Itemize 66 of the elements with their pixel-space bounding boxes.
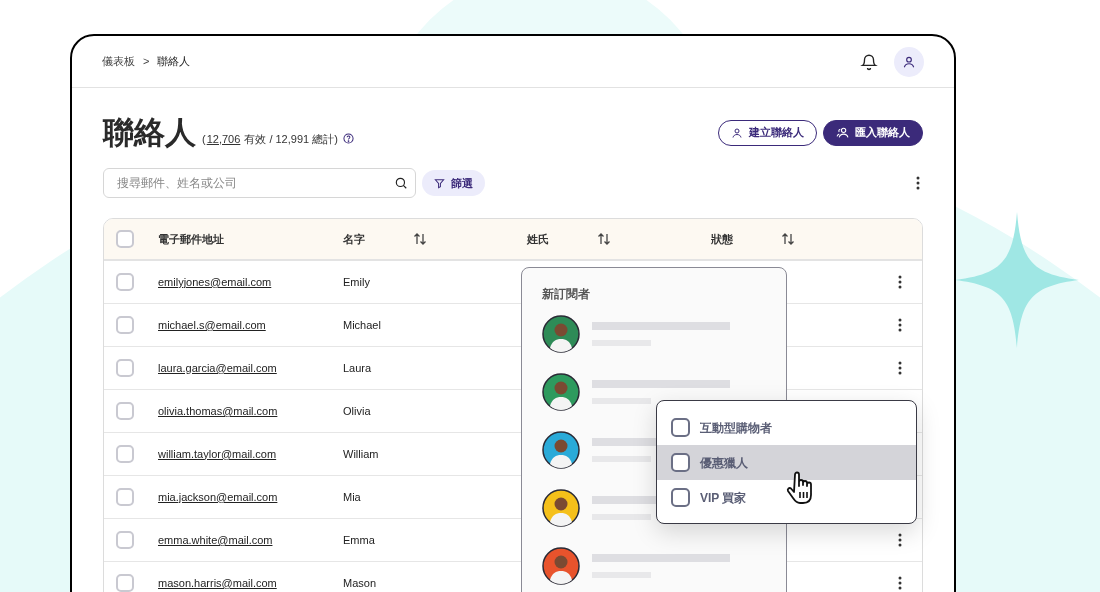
breadcrumb-separator: > <box>143 54 150 70</box>
row-menu-icon[interactable] <box>898 361 902 375</box>
table-cell-text: Michael <box>343 317 381 333</box>
checkbox[interactable] <box>116 359 134 377</box>
email-link[interactable]: william.taylor@mail.com <box>158 445 277 463</box>
import-contacts-button[interactable]: 匯入聯絡人 <box>823 119 923 146</box>
column-header: 狀態 <box>711 231 734 247</box>
placeholder-bar <box>592 514 651 521</box>
table-cell-text: Emma <box>343 532 375 548</box>
more-options-icon[interactable] <box>916 176 920 190</box>
column-header: 電子郵件地址 <box>158 231 225 247</box>
table-cell-text: Laura <box>343 360 372 376</box>
table-cell-text: Olivia <box>343 403 371 419</box>
dropdown-option[interactable]: 互動型購物者 <box>657 410 916 445</box>
dropdown-option[interactable]: 優惠獵人 <box>657 445 916 480</box>
filter-icon <box>434 177 445 189</box>
sort-icon[interactable] <box>597 232 611 246</box>
dropdown-option[interactable]: VIP 買家 <box>657 480 916 515</box>
checkbox[interactable] <box>671 418 690 437</box>
email-link[interactable]: laura.garcia@email.com <box>158 359 277 377</box>
popover-title: 新訂閱者 <box>542 286 591 302</box>
row-menu-icon[interactable] <box>898 576 902 590</box>
email-link[interactable]: emilyjones@email.com <box>158 273 272 291</box>
create-contact-button[interactable]: 建立聯絡人 <box>718 119 817 146</box>
checkbox[interactable] <box>671 488 690 507</box>
column-header: 姓氏 <box>527 231 550 247</box>
users-icon <box>836 126 849 139</box>
breadcrumb-current: 聯絡人 <box>157 54 191 70</box>
email-link[interactable]: michael.s@email.com <box>158 316 266 334</box>
checkbox[interactable] <box>671 453 690 472</box>
count-paren: ( <box>202 131 206 147</box>
checkbox[interactable] <box>116 531 134 549</box>
profile-button[interactable] <box>894 46 924 77</box>
help-icon[interactable] <box>342 133 354 145</box>
checkbox[interactable] <box>116 445 134 463</box>
user-icon <box>731 126 743 139</box>
table-cell-text: Mia <box>343 489 361 505</box>
notification-bell-icon[interactable] <box>860 52 878 71</box>
count-summary: 有效 / 12,991 總計) <box>244 131 338 147</box>
table-cell-text: William <box>343 446 379 462</box>
row-menu-icon[interactable] <box>898 275 902 289</box>
checkbox[interactable] <box>116 316 134 334</box>
checkbox[interactable] <box>116 574 134 592</box>
table-cell-text: Emily <box>343 274 370 290</box>
placeholder-bar <box>592 456 651 463</box>
email-link[interactable]: emma.white@mail.com <box>158 531 273 549</box>
email-link[interactable]: mia.jackson@email.com <box>158 488 278 506</box>
user-icon <box>902 54 916 69</box>
checkbox[interactable] <box>116 273 134 291</box>
checkbox[interactable] <box>116 488 134 506</box>
sort-icon[interactable] <box>413 232 427 246</box>
active-count-link[interactable]: 12,706 <box>206 130 241 147</box>
checkbox[interactable] <box>116 402 134 420</box>
search-field[interactable]: 搜尋郵件、姓名或公司 <box>103 168 416 198</box>
breadcrumb-link[interactable]: 儀表板 <box>102 53 135 70</box>
row-menu-icon[interactable] <box>898 533 902 547</box>
sort-icon[interactable] <box>781 232 795 246</box>
email-link[interactable]: olivia.thomas@mail.com <box>158 402 278 420</box>
search-icon[interactable] <box>394 176 408 190</box>
column-header: 名字 <box>343 231 366 247</box>
page-title: 聯絡人 <box>103 117 196 148</box>
checkbox[interactable] <box>116 230 134 248</box>
filter-button[interactable]: 篩選 <box>422 170 485 196</box>
table-cell-text: Mason <box>343 575 377 591</box>
email-link[interactable]: mason.harris@mail.com <box>158 574 277 592</box>
row-menu-icon[interactable] <box>898 318 902 332</box>
